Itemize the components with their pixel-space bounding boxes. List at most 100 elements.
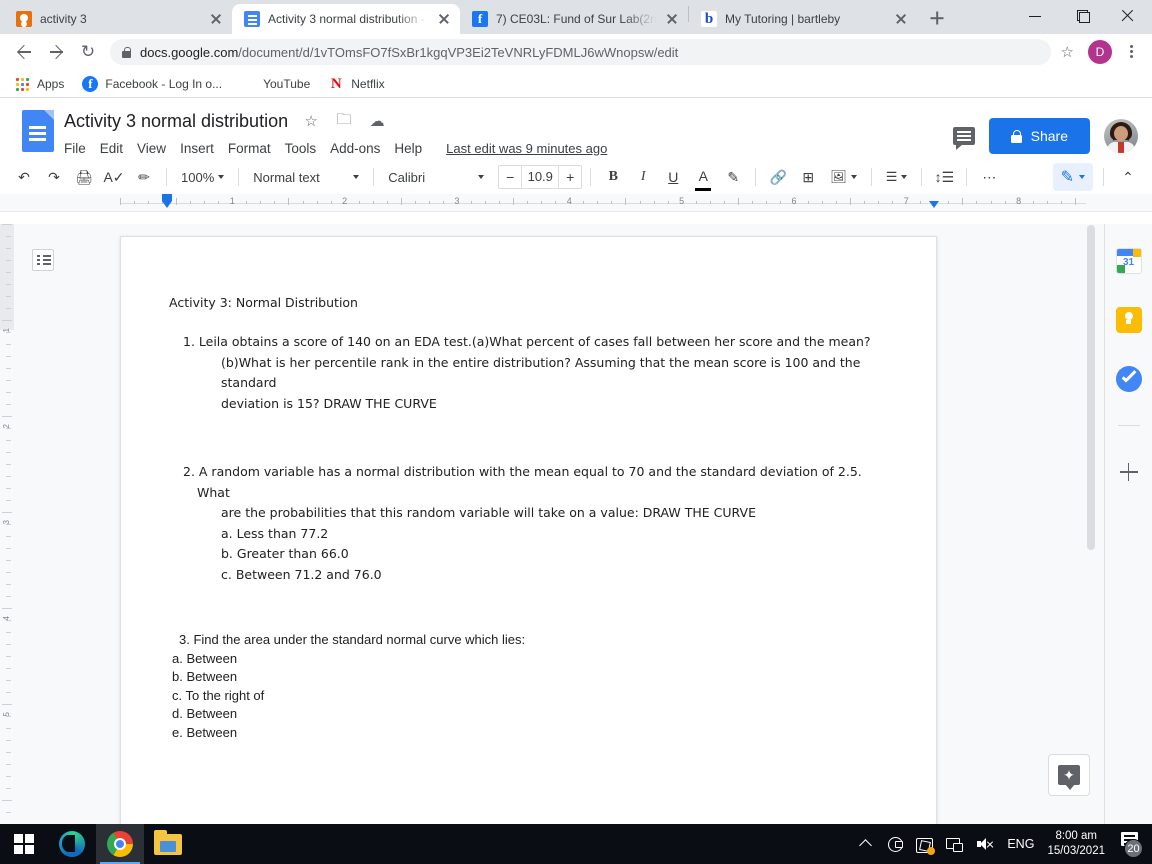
redo-icon[interactable]: ↷ xyxy=(40,163,68,191)
notifications-icon[interactable]: 20 xyxy=(1118,831,1143,858)
font-dropdown[interactable]: Calibri xyxy=(382,163,490,191)
underline-button[interactable]: U xyxy=(659,163,687,191)
menu-help[interactable]: Help xyxy=(394,141,422,156)
clock[interactable]: 8:00 am 15/03/2021 xyxy=(1047,829,1105,859)
bookmark-netflix[interactable]: N Netflix xyxy=(328,76,385,92)
browser-tab-1[interactable]: activity 3 xyxy=(4,4,232,34)
keep-icon[interactable] xyxy=(1115,307,1142,333)
highlight-color-icon[interactable]: ✎ xyxy=(719,163,747,191)
chevron-down-icon xyxy=(353,175,360,179)
minimize-button[interactable] xyxy=(1014,0,1060,32)
browser-tab-2[interactable]: Activity 3 normal distribution - xyxy=(232,4,460,34)
network-icon[interactable] xyxy=(946,838,964,852)
ruler-number: 5 xyxy=(679,196,685,206)
font-size-decrease[interactable]: − xyxy=(499,166,521,188)
menu-format[interactable]: Format xyxy=(228,141,271,156)
line-spacing-icon[interactable]: ↕☰ xyxy=(930,163,958,191)
show-hidden-icons[interactable] xyxy=(857,835,875,853)
question-line: are the probabilities that this random v… xyxy=(221,505,756,520)
chrome-icon[interactable] xyxy=(96,824,144,864)
chrome-menu-icon[interactable] xyxy=(1120,40,1142,64)
horizontal-ruler[interactable]: 1 2 3 4 5 6 7 8 xyxy=(0,194,1152,212)
add-icon[interactable] xyxy=(1116,459,1142,485)
reload-icon[interactable]: ↻ xyxy=(74,38,102,66)
question-line: 2. A random variable has a normal distri… xyxy=(183,464,862,500)
menu-view[interactable]: View xyxy=(137,141,166,156)
volume-muted-icon[interactable] xyxy=(976,836,994,852)
print-icon[interactable]: 🖨 xyxy=(70,163,98,191)
more-options-icon[interactable]: ⋯ xyxy=(975,163,1003,191)
menu-file[interactable]: File xyxy=(64,141,86,156)
undo-icon[interactable]: ↶ xyxy=(10,163,38,191)
scrollbar-thumb[interactable] xyxy=(1087,225,1095,550)
right-indent-marker[interactable] xyxy=(929,201,940,208)
close-icon[interactable] xyxy=(208,11,224,27)
menu-edit[interactable]: Edit xyxy=(100,141,123,156)
move-to-folder-icon[interactable]: 🗀 xyxy=(334,109,354,134)
url-input[interactable]: docs.google.com/document/d/1vTOmsFO7fSxB… xyxy=(110,39,1051,65)
url-text: docs.google.com/document/d/1vTOmsFO7fSxB… xyxy=(140,45,678,60)
editing-mode-button[interactable]: ✎ xyxy=(1052,163,1093,191)
insert-image-dropdown[interactable]: 🖼 xyxy=(824,163,863,191)
bookmark-facebook[interactable]: f Facebook - Log In o... xyxy=(82,75,222,92)
close-window-button[interactable] xyxy=(1106,0,1152,32)
italic-button[interactable]: I xyxy=(629,163,657,191)
ruler-number: 5 xyxy=(2,712,11,717)
menu-tools[interactable]: Tools xyxy=(285,141,317,156)
file-explorer-icon[interactable] xyxy=(144,824,192,864)
apps-grid-icon xyxy=(14,76,30,92)
menu-insert[interactable]: Insert xyxy=(180,141,214,156)
bookmark-star-icon[interactable]: ☆ xyxy=(1055,43,1080,61)
edge-icon[interactable] xyxy=(48,824,96,864)
bookmark-apps[interactable]: Apps xyxy=(14,76,64,92)
explore-button[interactable]: ✦ xyxy=(1048,754,1090,796)
close-icon[interactable] xyxy=(436,11,452,27)
align-dropdown[interactable]: ☰ xyxy=(880,163,914,191)
new-tab-button[interactable] xyxy=(923,4,951,32)
question-item: c. To the right of xyxy=(172,687,265,703)
onedrive-icon[interactable] xyxy=(916,837,936,855)
bold-button[interactable]: B xyxy=(599,163,627,191)
start-icon[interactable] xyxy=(0,824,48,864)
browser-tab-4[interactable]: b My Tutoring | bartleby xyxy=(689,4,917,34)
comments-icon[interactable] xyxy=(952,127,975,150)
document-title[interactable]: Activity 3 normal distribution xyxy=(64,111,288,132)
tasks-icon[interactable] xyxy=(1115,366,1142,392)
ruler-number: 4 xyxy=(2,616,11,621)
close-icon[interactable] xyxy=(664,11,680,27)
text-color-button[interactable]: A xyxy=(689,163,717,191)
font-size-increase[interactable]: + xyxy=(559,166,581,188)
menu-addons[interactable]: Add-ons xyxy=(330,141,380,156)
zoom-dropdown[interactable]: 100% xyxy=(175,163,230,191)
document-outline-toggle[interactable] xyxy=(32,249,54,271)
last-edit-label[interactable]: Last edit was 9 minutes ago xyxy=(446,141,607,156)
bookmark-youtube[interactable]: YouTube xyxy=(240,76,310,92)
font-size-stepper[interactable]: − 10.9 + xyxy=(498,165,583,189)
close-icon[interactable] xyxy=(893,11,909,27)
maximize-button[interactable] xyxy=(1060,0,1106,32)
calendar-icon[interactable]: 31 xyxy=(1115,248,1142,274)
ruler-number: 7 xyxy=(903,196,909,206)
google-docs-logo[interactable] xyxy=(22,110,54,152)
paragraph-style-dropdown[interactable]: Normal text xyxy=(247,163,365,191)
insert-link-icon[interactable]: 🔗 xyxy=(764,163,792,191)
first-line-indent-marker[interactable] xyxy=(162,194,173,201)
document-content[interactable]: Activity 3: Normal Distribution 1. Leila… xyxy=(121,237,936,742)
document-page[interactable]: Activity 3: Normal Distribution 1. Leila… xyxy=(120,236,937,864)
user-avatar[interactable] xyxy=(1104,119,1138,153)
profile-avatar[interactable]: D xyxy=(1088,40,1112,64)
forward-icon[interactable] xyxy=(42,38,70,66)
share-button[interactable]: Share xyxy=(988,118,1090,154)
add-comment-icon[interactable]: ⊞ xyxy=(794,163,822,191)
browser-tab-3[interactable]: f 7) CE03L: Fund of Sur Lab(2nd S xyxy=(460,4,688,34)
collapse-toolbar-icon[interactable]: ⌃ xyxy=(1114,163,1142,191)
paint-format-icon[interactable]: ✏ xyxy=(130,163,158,191)
spellcheck-icon[interactable]: A✓ xyxy=(100,163,128,191)
font-size-value[interactable]: 10.9 xyxy=(521,166,560,188)
star-icon[interactable]: ☆ xyxy=(301,112,321,130)
vertical-ruler[interactable]: 1 2 3 4 5 xyxy=(0,224,14,824)
language-indicator[interactable]: ENG xyxy=(1007,837,1034,851)
back-icon[interactable] xyxy=(10,38,38,66)
left-indent-marker[interactable] xyxy=(162,201,173,208)
camera-icon[interactable] xyxy=(888,837,904,852)
